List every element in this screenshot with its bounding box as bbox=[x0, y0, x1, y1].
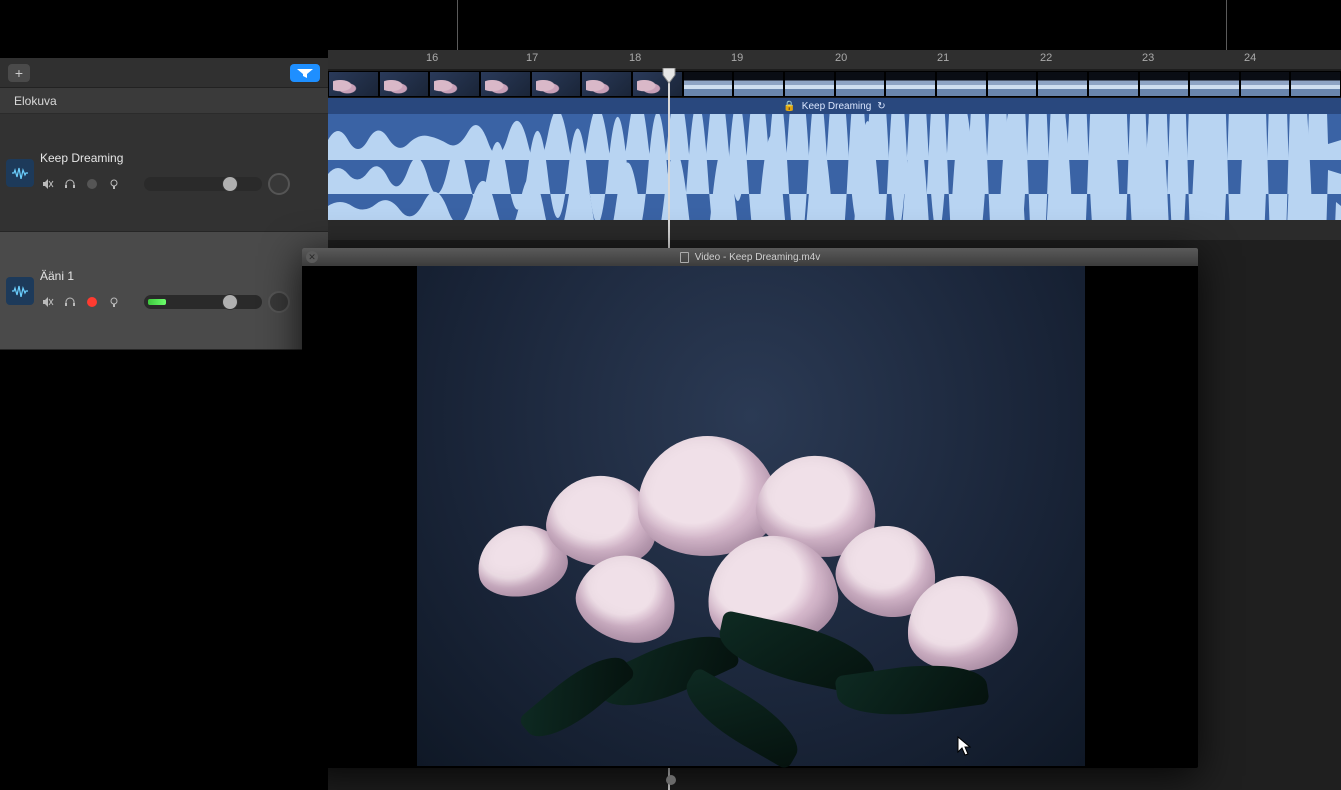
ruler-tick: 18 bbox=[629, 52, 641, 64]
ruler-tick: 21 bbox=[937, 52, 949, 64]
video-thumb bbox=[1189, 71, 1240, 97]
mouse-cursor-icon bbox=[957, 736, 971, 756]
input-monitor-icon[interactable] bbox=[106, 176, 122, 192]
region-label-bar: 🔒 Keep Dreaming ↻ bbox=[328, 98, 1341, 114]
ruler-tick: 23 bbox=[1142, 52, 1154, 64]
video-thumb bbox=[1240, 71, 1291, 97]
video-thumb bbox=[581, 71, 632, 97]
waveform-icon bbox=[328, 114, 1341, 220]
track-toolbar: + bbox=[0, 58, 328, 88]
headphones-icon[interactable] bbox=[62, 294, 78, 310]
scrollbar-thumb[interactable] bbox=[666, 775, 676, 785]
track-header-panel: + Elokuva Keep Dreaming bbox=[0, 58, 328, 350]
audio-track-lane[interactable]: 🔒 Keep Dreaming ↻ bbox=[328, 98, 1341, 220]
video-thumb bbox=[835, 71, 886, 97]
horizontal-scrollbar[interactable] bbox=[328, 772, 1341, 788]
ruler-tick: 24 bbox=[1244, 52, 1256, 64]
video-thumb bbox=[1088, 71, 1139, 97]
close-icon[interactable]: ✕ bbox=[306, 251, 318, 263]
volume-slider[interactable] bbox=[144, 177, 262, 191]
video-frame bbox=[417, 266, 1085, 766]
video-thumb bbox=[1037, 71, 1088, 97]
bar-ruler[interactable]: 16 17 18 19 20 21 22 23 24 bbox=[328, 50, 1341, 70]
record-enable-icon[interactable] bbox=[84, 176, 100, 192]
video-thumb bbox=[429, 71, 480, 97]
volume-slider[interactable] bbox=[144, 295, 262, 309]
record-enable-icon[interactable] bbox=[84, 294, 100, 310]
ruler-tick: 20 bbox=[835, 52, 847, 64]
video-thumbnail-row bbox=[328, 70, 1341, 98]
input-monitor-icon[interactable] bbox=[106, 294, 122, 310]
document-icon bbox=[680, 252, 689, 263]
loop-icon: ↻ bbox=[877, 101, 885, 112]
video-thumb bbox=[480, 71, 531, 97]
video-thumb bbox=[328, 71, 379, 97]
audio-track-icon bbox=[6, 159, 34, 187]
video-window-titlebar[interactable]: ✕ Video - Keep Dreaming.m4v bbox=[302, 248, 1198, 266]
pan-knob[interactable] bbox=[268, 291, 290, 313]
video-thumb bbox=[936, 71, 987, 97]
video-track-label: Elokuva bbox=[14, 94, 57, 108]
video-track-header[interactable]: Elokuva bbox=[0, 88, 328, 114]
video-thumb bbox=[1290, 71, 1341, 97]
ruler-tick: 19 bbox=[731, 52, 743, 64]
video-thumb bbox=[784, 71, 835, 97]
headphones-icon[interactable] bbox=[62, 176, 78, 192]
mute-icon[interactable] bbox=[40, 294, 56, 310]
track-icon-cell bbox=[0, 114, 40, 231]
video-preview-window[interactable]: ✕ Video - Keep Dreaming.m4v bbox=[302, 248, 1198, 768]
video-thumb bbox=[987, 71, 1038, 97]
video-thumb bbox=[1139, 71, 1190, 97]
video-thumb bbox=[733, 71, 784, 97]
audio-region-keep-dreaming[interactable]: 🔒 Keep Dreaming ↻ bbox=[328, 98, 1341, 220]
pan-knob[interactable] bbox=[268, 173, 290, 195]
video-thumb bbox=[379, 71, 430, 97]
track-row-aani1[interactable]: Ääni 1 bbox=[0, 232, 328, 350]
video-window-title: Video - Keep Dreaming.m4v bbox=[695, 252, 820, 263]
mute-icon[interactable] bbox=[40, 176, 56, 192]
audio-track-icon bbox=[6, 277, 34, 305]
add-track-button[interactable]: + bbox=[8, 64, 30, 82]
region-name: Keep Dreaming bbox=[802, 101, 871, 112]
track-row-keep-dreaming[interactable]: Keep Dreaming bbox=[0, 114, 328, 232]
ruler-tick: 22 bbox=[1040, 52, 1052, 64]
ruler-tick: 16 bbox=[426, 52, 438, 64]
video-thumb bbox=[683, 71, 734, 97]
track-filter-button[interactable] bbox=[290, 64, 320, 82]
app-root: + Elokuva Keep Dreaming bbox=[0, 0, 1341, 790]
ruler-tick: 17 bbox=[526, 52, 538, 64]
track-name-label: Ääni 1 bbox=[40, 269, 316, 283]
lock-icon: 🔒 bbox=[783, 101, 795, 112]
playhead-handle-icon[interactable] bbox=[662, 68, 676, 84]
top-bar bbox=[0, 0, 1341, 50]
video-thumb bbox=[531, 71, 582, 97]
video-thumb bbox=[885, 71, 936, 97]
track-name-label: Keep Dreaming bbox=[40, 151, 316, 165]
track-icon-cell bbox=[0, 232, 40, 349]
